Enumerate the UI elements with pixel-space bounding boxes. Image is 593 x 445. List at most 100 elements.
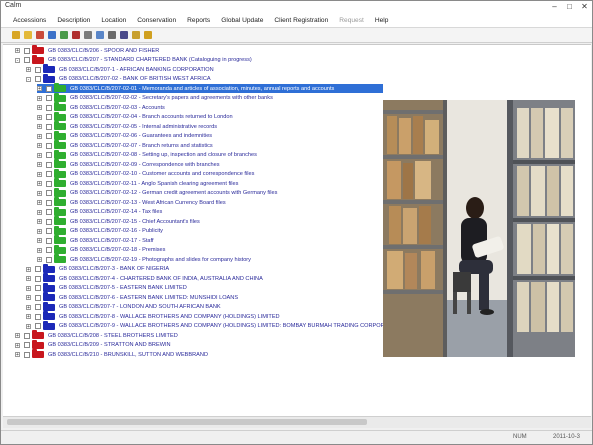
expand-icon[interactable]: + xyxy=(37,219,42,225)
row-checkbox[interactable] xyxy=(35,285,41,291)
menu-item-client-registration[interactable]: Client Registration xyxy=(274,17,328,24)
row-checkbox[interactable] xyxy=(46,104,52,111)
row-checkbox[interactable] xyxy=(35,266,41,272)
tree-row[interactable]: + GB 0383/CLC/B/207-9 - WALLACE BROTHERS … xyxy=(26,320,401,331)
tree-row[interactable]: + GB 0383/CLC/B/207-4 - CHARTERED BANK OF… xyxy=(26,273,263,283)
help-icon[interactable] xyxy=(144,31,152,39)
expand-icon[interactable]: + xyxy=(26,266,31,272)
row-checkbox[interactable] xyxy=(35,66,41,73)
tree-row[interactable]: + GB 0383/CLC/B/207-02-04 - Branch accoun… xyxy=(37,111,233,122)
menu-item-description[interactable]: Description xyxy=(57,17,90,24)
row-checkbox[interactable] xyxy=(46,199,52,206)
horizontal-scrollbar[interactable] xyxy=(3,416,591,428)
find-icon[interactable] xyxy=(132,31,140,39)
row-checkbox[interactable] xyxy=(46,85,52,92)
expand-icon[interactable]: + xyxy=(37,114,42,120)
collapse-icon[interactable]: - xyxy=(15,57,20,63)
tree-row[interactable]: + GB 0383/CLC/B/207-02-15 - Chief Account… xyxy=(37,216,200,226)
maximize-icon[interactable]: □ xyxy=(565,2,574,11)
row-checkbox[interactable] xyxy=(24,332,30,339)
tree-row[interactable]: + GB 0383/CLC/B/207-02-06 - Guarantees an… xyxy=(37,130,212,141)
menu-item-accessions[interactable]: Accessions xyxy=(13,17,46,24)
tree-row[interactable]: + GB 0383/CLC/B/207-02-08 - Setting up, i… xyxy=(37,149,257,160)
expand-icon[interactable]: + xyxy=(37,257,42,263)
row-checkbox[interactable] xyxy=(24,47,30,54)
scrollbar-thumb[interactable] xyxy=(7,419,367,425)
row-checkbox[interactable] xyxy=(46,218,52,225)
expand-icon[interactable]: + xyxy=(26,276,31,282)
menu-item-request[interactable]: Request xyxy=(339,17,364,24)
row-checkbox[interactable] xyxy=(35,76,41,82)
cut-icon[interactable] xyxy=(36,31,44,39)
expand-icon[interactable]: + xyxy=(26,304,31,310)
expand-icon[interactable]: + xyxy=(37,228,42,234)
tree-row[interactable]: + GB 0383/CLC/B/210 - BRUNSKILL, SUTTON A… xyxy=(15,349,208,359)
tree-row[interactable]: + GB 0383/CLC/B/207-7 - LONDON AND SOUTH … xyxy=(26,301,221,312)
tree-row[interactable]: - GB 0383/CLC/B/207 - STANDARD CHARTERED … xyxy=(15,54,252,65)
tree-row[interactable]: + GB 0383/CLC/B/208 - STEEL BROTHERS LIMI… xyxy=(15,330,178,340)
expand-icon[interactable]: + xyxy=(37,181,42,187)
row-checkbox[interactable] xyxy=(46,95,52,101)
tree-row[interactable]: + GB 0383/CLC/B/207-1 - AFRICAN BANKING C… xyxy=(26,64,214,74)
print-icon[interactable] xyxy=(120,31,128,39)
expand-icon[interactable]: + xyxy=(37,238,42,244)
expand-icon[interactable]: + xyxy=(15,342,20,348)
expand-icon[interactable]: + xyxy=(37,143,42,149)
tree-row-selected[interactable]: + GB 0383/CLC/B/207-02-01 - Memoranda and… xyxy=(37,83,383,93)
expand-icon[interactable]: + xyxy=(37,152,42,158)
tree-row[interactable]: + GB 0383/CLC/B/207-02-12 - German credit… xyxy=(37,187,277,198)
copy-icon[interactable] xyxy=(48,31,56,39)
tree-row[interactable]: + GB 0383/CLC/B/207-02-02 - Secretary's p… xyxy=(37,92,273,103)
menu-item-reports[interactable]: Reports xyxy=(187,17,210,24)
tree-row[interactable]: + GB 0383/CLC/B/207-02-05 - Internal admi… xyxy=(37,121,217,131)
row-checkbox[interactable] xyxy=(35,294,41,301)
minimize-icon[interactable]: – xyxy=(550,2,559,11)
row-checkbox[interactable] xyxy=(24,342,30,348)
expand-icon[interactable]: + xyxy=(37,133,42,139)
row-checkbox[interactable] xyxy=(46,190,52,196)
row-checkbox[interactable] xyxy=(46,171,52,177)
tree-row[interactable]: + GB 0383/CLC/B/207-02-13 - West African … xyxy=(37,197,226,207)
row-checkbox[interactable] xyxy=(46,152,52,158)
row-checkbox[interactable] xyxy=(35,275,41,282)
tree-row[interactable]: + GB 0383/CLC/B/207-02-09 - Correspondenc… xyxy=(37,159,220,169)
expand-icon[interactable]: + xyxy=(15,333,20,339)
tree-row[interactable]: + GB 0383/CLC/B/207-02-07 - Branch return… xyxy=(37,140,213,150)
row-checkbox[interactable] xyxy=(24,57,30,63)
expand-icon[interactable]: + xyxy=(26,67,31,73)
menu-item-help[interactable]: Help xyxy=(375,17,389,24)
tree-row[interactable]: + GB 0383/CLC/B/207-8 - WALLACE BROTHERS … xyxy=(26,311,280,321)
list-icon[interactable] xyxy=(108,31,116,39)
row-checkbox[interactable] xyxy=(24,351,30,358)
expand-icon[interactable]: + xyxy=(26,295,31,301)
expand-icon[interactable]: + xyxy=(37,105,42,111)
open-icon[interactable] xyxy=(24,31,32,39)
tree-row[interactable]: + GB 0383/CLC/B/207-5 - EASTERN BANK LIMI… xyxy=(26,282,187,293)
expand-icon[interactable]: + xyxy=(37,200,42,206)
row-checkbox[interactable] xyxy=(46,209,52,215)
expand-icon[interactable]: + xyxy=(37,95,42,101)
tree-row[interactable]: + GB 0383/CLC/B/207-02-17 - Staff xyxy=(37,235,154,245)
row-checkbox[interactable] xyxy=(46,133,52,139)
expand-icon[interactable]: + xyxy=(15,352,20,358)
row-checkbox[interactable] xyxy=(46,123,52,130)
paste-icon[interactable] xyxy=(60,31,68,39)
close-icon[interactable]: ✕ xyxy=(580,2,589,11)
delete-icon[interactable] xyxy=(72,31,80,39)
expand-icon[interactable]: + xyxy=(26,323,31,329)
expand-icon[interactable]: + xyxy=(37,162,42,168)
row-checkbox[interactable] xyxy=(46,180,52,187)
collapse-icon[interactable]: - xyxy=(26,76,31,82)
expand-icon[interactable]: + xyxy=(37,171,42,177)
tree-row[interactable]: + GB 0383/CLC/B/207-02-19 - Photographs a… xyxy=(37,254,251,264)
tree-row[interactable]: + GB 0383/CLC/B/207-6 - EASTERN BANK LIMI… xyxy=(26,292,238,302)
menu-item-conservation[interactable]: Conservation xyxy=(137,17,176,24)
tree-row[interactable]: + GB 0383/CLC/B/206 - SPOOR AND FISHER xyxy=(15,45,159,55)
tree-icon[interactable] xyxy=(96,31,104,39)
expand-icon[interactable]: + xyxy=(37,190,42,196)
expand-icon[interactable]: + xyxy=(37,124,42,130)
row-checkbox[interactable] xyxy=(35,304,41,310)
expand-icon[interactable]: + xyxy=(26,285,31,291)
move-icon[interactable] xyxy=(84,31,92,39)
tree-row[interactable]: + GB 0383/CLC/B/207-02-10 - Customer acco… xyxy=(37,168,254,179)
